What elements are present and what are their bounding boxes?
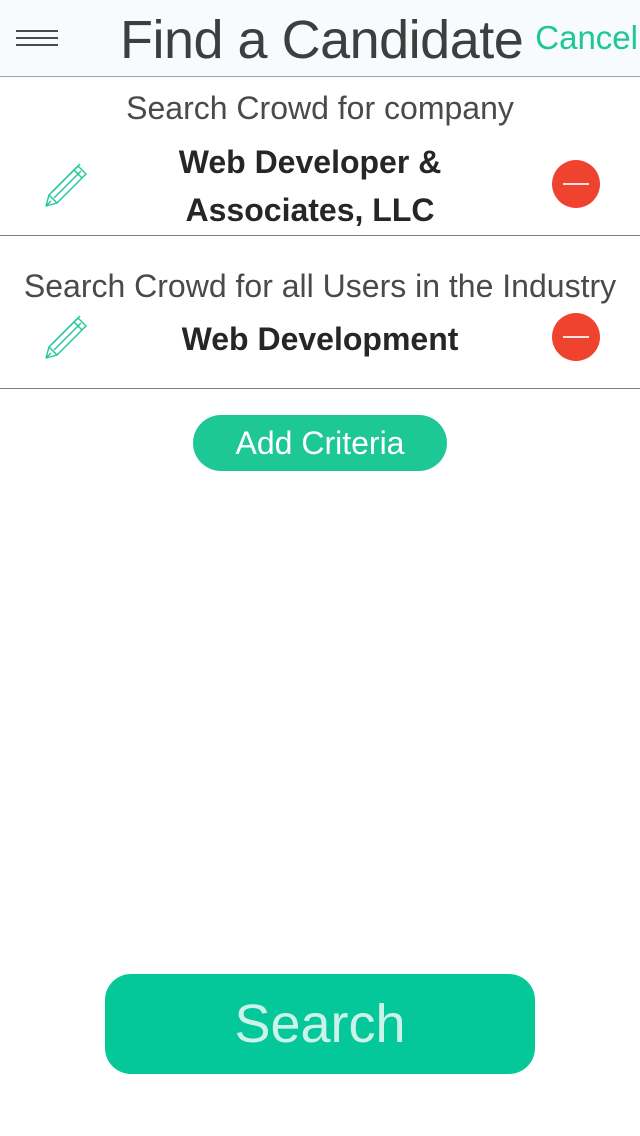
pencil-icon[interactable] xyxy=(40,162,90,212)
minus-icon xyxy=(563,336,589,338)
criterion-description: Search Crowd for company xyxy=(126,90,514,126)
menu-line xyxy=(16,30,58,32)
criterion-value: Web Developer & Associates, LLC xyxy=(140,138,480,234)
criterion-industry: Search Crowd for all Users in the Indust… xyxy=(0,236,640,389)
criterion-description: Search Crowd for all Users in the Indust… xyxy=(23,268,617,304)
header-bar: Find a Candidate Cancel xyxy=(0,0,640,77)
criterion-value-line: Associates, LLC xyxy=(185,192,435,228)
page-title: Find a Candidate xyxy=(120,10,524,70)
search-button[interactable]: Search xyxy=(105,974,535,1074)
minus-icon xyxy=(563,183,589,185)
criterion-value-line: Web Developer & xyxy=(178,144,442,180)
cancel-button[interactable]: Cancel xyxy=(535,18,638,58)
menu-line xyxy=(16,37,58,39)
pencil-icon[interactable] xyxy=(40,314,90,364)
menu-line xyxy=(16,44,58,46)
remove-criterion-button[interactable] xyxy=(552,160,600,208)
criterion-company: Search Crowd for company Web Developer &… xyxy=(0,78,640,236)
criterion-value-line: Web Development xyxy=(181,321,459,357)
add-criteria-button[interactable]: Add Criteria xyxy=(193,415,447,471)
criterion-value: Web Development xyxy=(140,315,500,363)
hamburger-menu-icon[interactable] xyxy=(16,28,58,48)
search-button-label: Search xyxy=(234,994,406,1054)
remove-criterion-button[interactable] xyxy=(552,313,600,361)
